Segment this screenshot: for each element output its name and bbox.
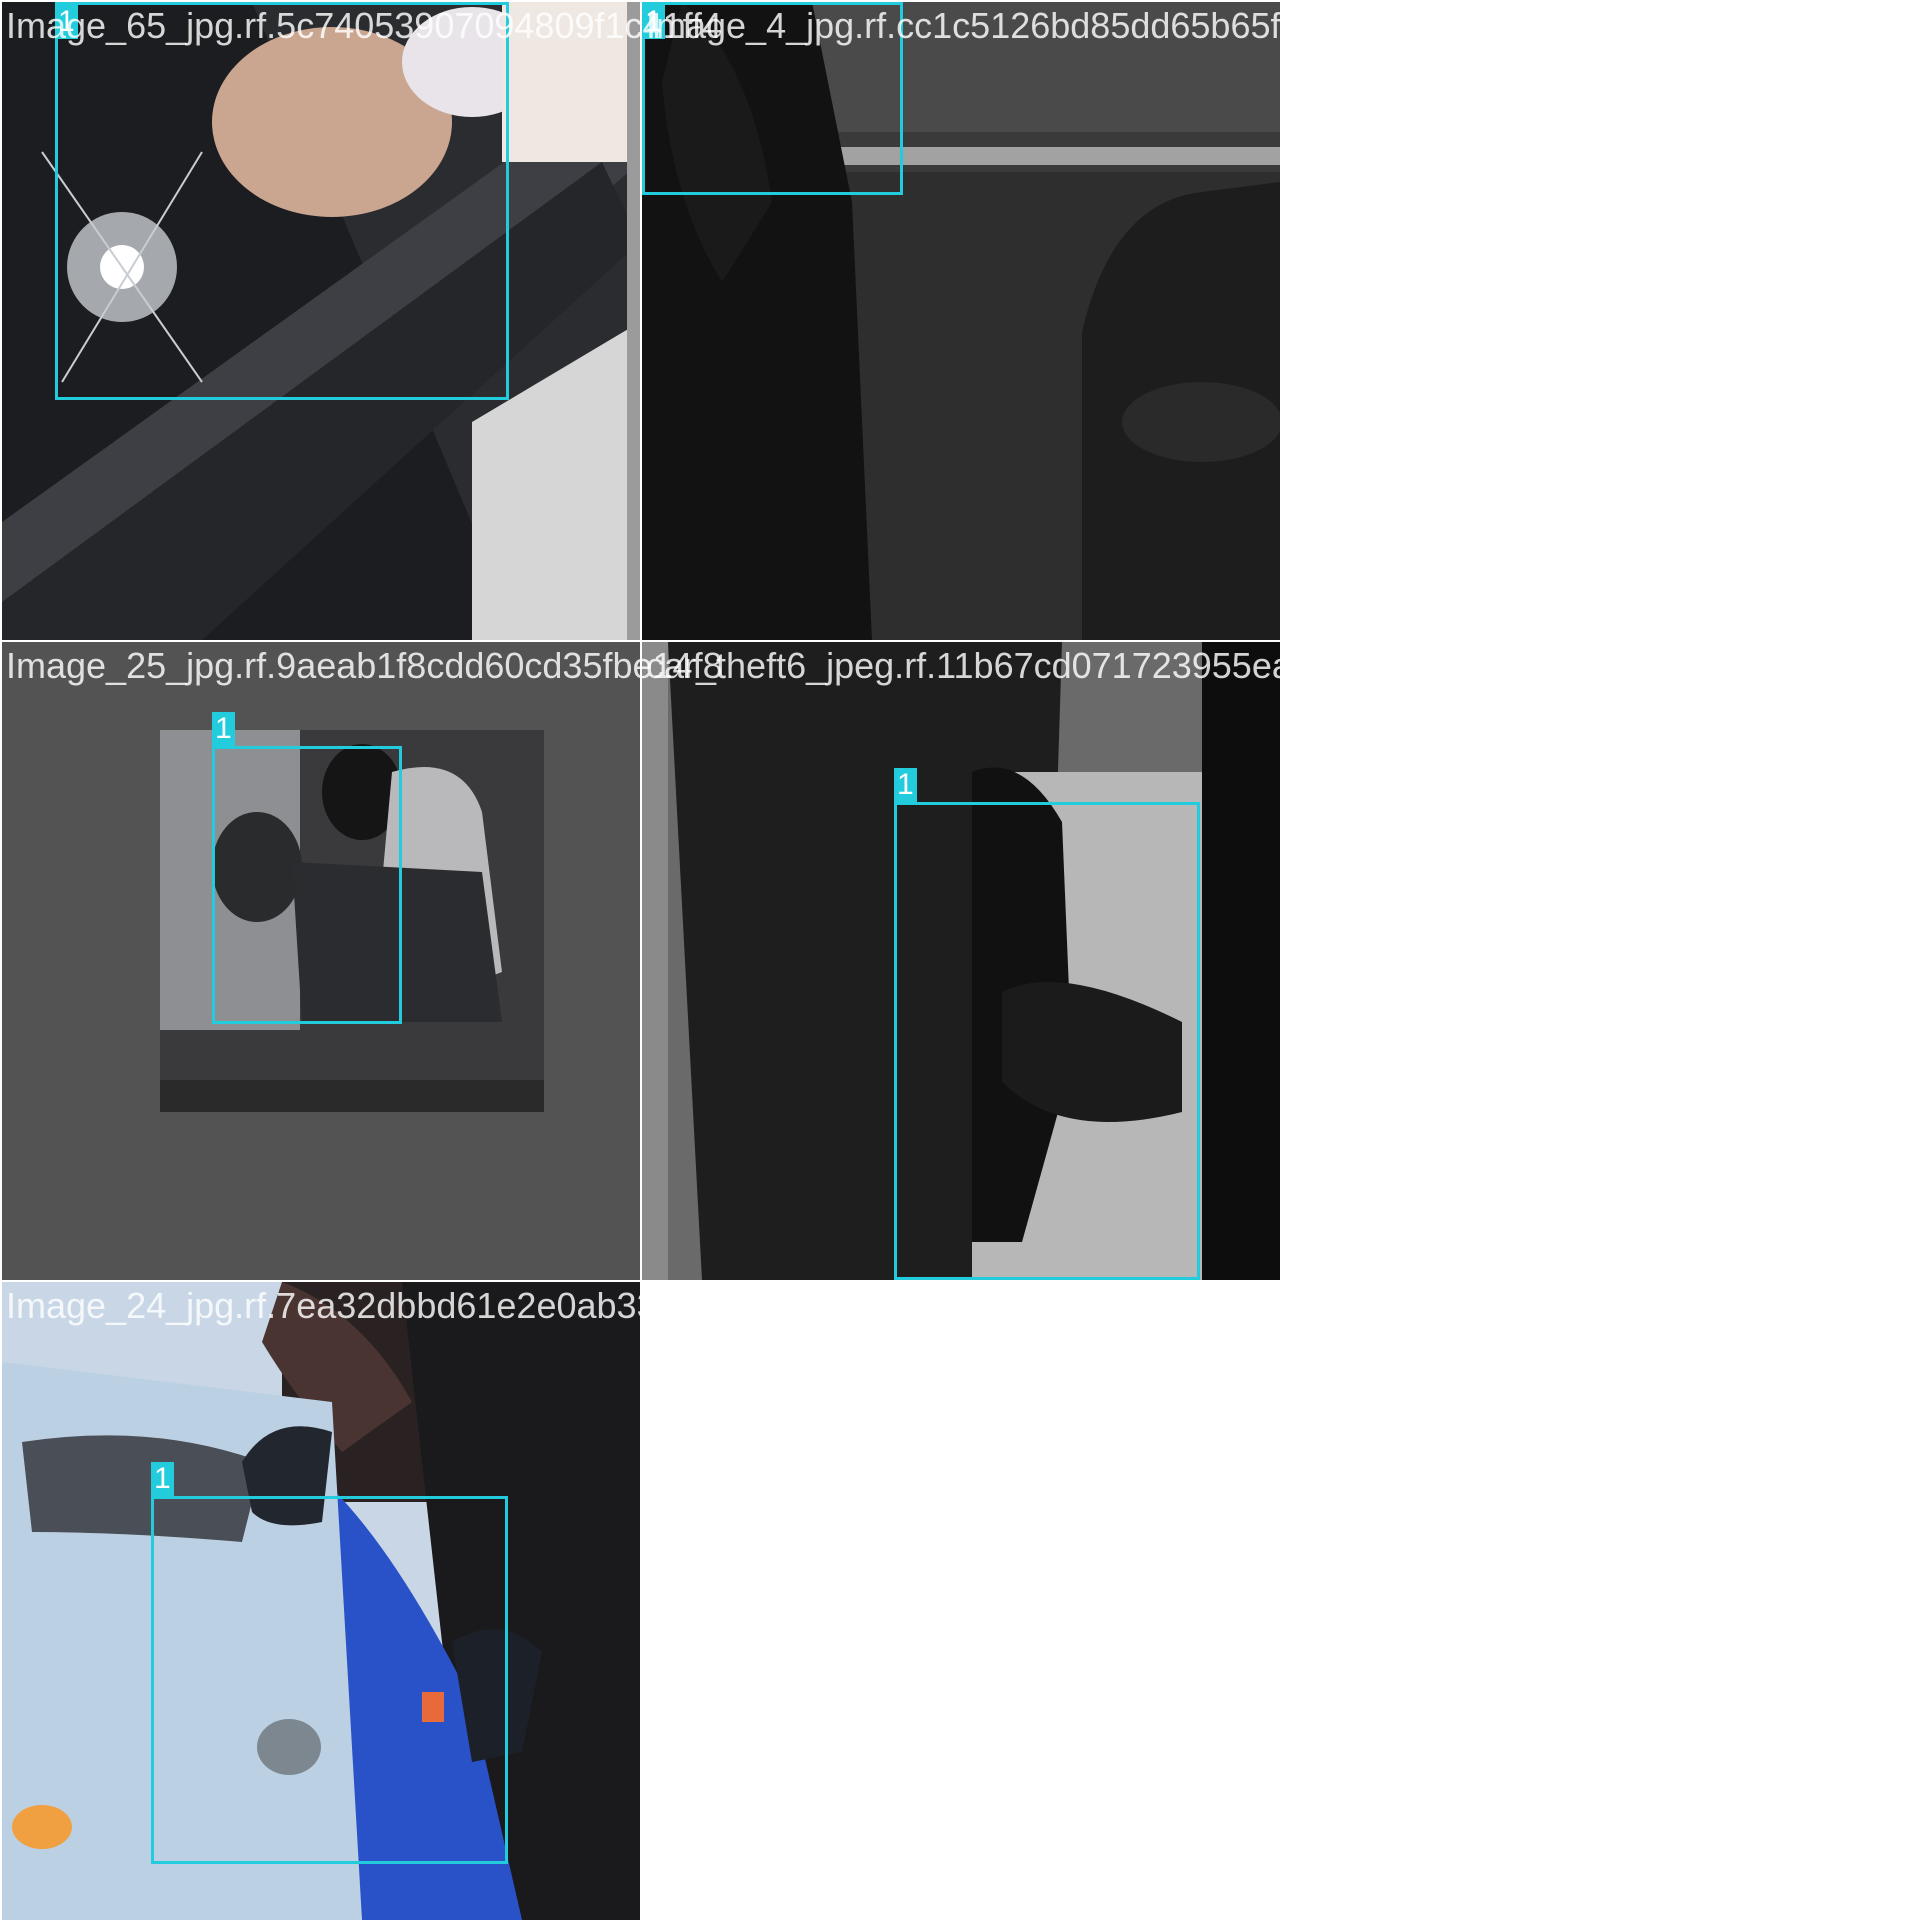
image-filename-caption: car_theft6_jpeg.rf.11b67cd071723955ea8c8 [646, 645, 1350, 686]
detection-box: 1 [151, 1462, 508, 1864]
class-label: 1 [894, 768, 917, 802]
mosaic-tile-1: Image_65_jpg.rf.5c74053907094809f1c41ff4… [2, 2, 722, 640]
class-label: 1 [212, 712, 235, 746]
class-label: 1 [151, 1462, 174, 1496]
image-filename-caption: Image_65_jpg.rf.5c74053907094809f1c41ff4 [6, 5, 722, 46]
image-filename-caption: Image_24_jpg.rf.7ea32dbbd61e2e0ab334540d [6, 1285, 757, 1326]
mosaic-tile-2: Image_4_jpg.rf.cc1c5126bd85dd65b65feaf2c… [642, 2, 1369, 640]
mosaic-tile-4: car_theft6_jpeg.rf.11b67cd071723955ea8c8… [642, 642, 1350, 1280]
image-filename-caption: Image_25_jpg.rf.9aeab1f8cdd60cd35fbe14f8 [6, 645, 723, 686]
detection-box: 1 [212, 712, 402, 1024]
detection-box: 1 [55, 2, 509, 400]
mosaic-tile-3: Image_25_jpg.rf.9aeab1f8cdd60cd35fbe14f8… [2, 642, 723, 1280]
mosaic-tile-5: Image_24_jpg.rf.7ea32dbbd61e2e0ab334540d… [2, 1282, 757, 1920]
image-filename-caption: Image_4_jpg.rf.cc1c5126bd85dd65b65feaf2c [646, 5, 1369, 46]
detection-box: 1 [894, 768, 1200, 1280]
